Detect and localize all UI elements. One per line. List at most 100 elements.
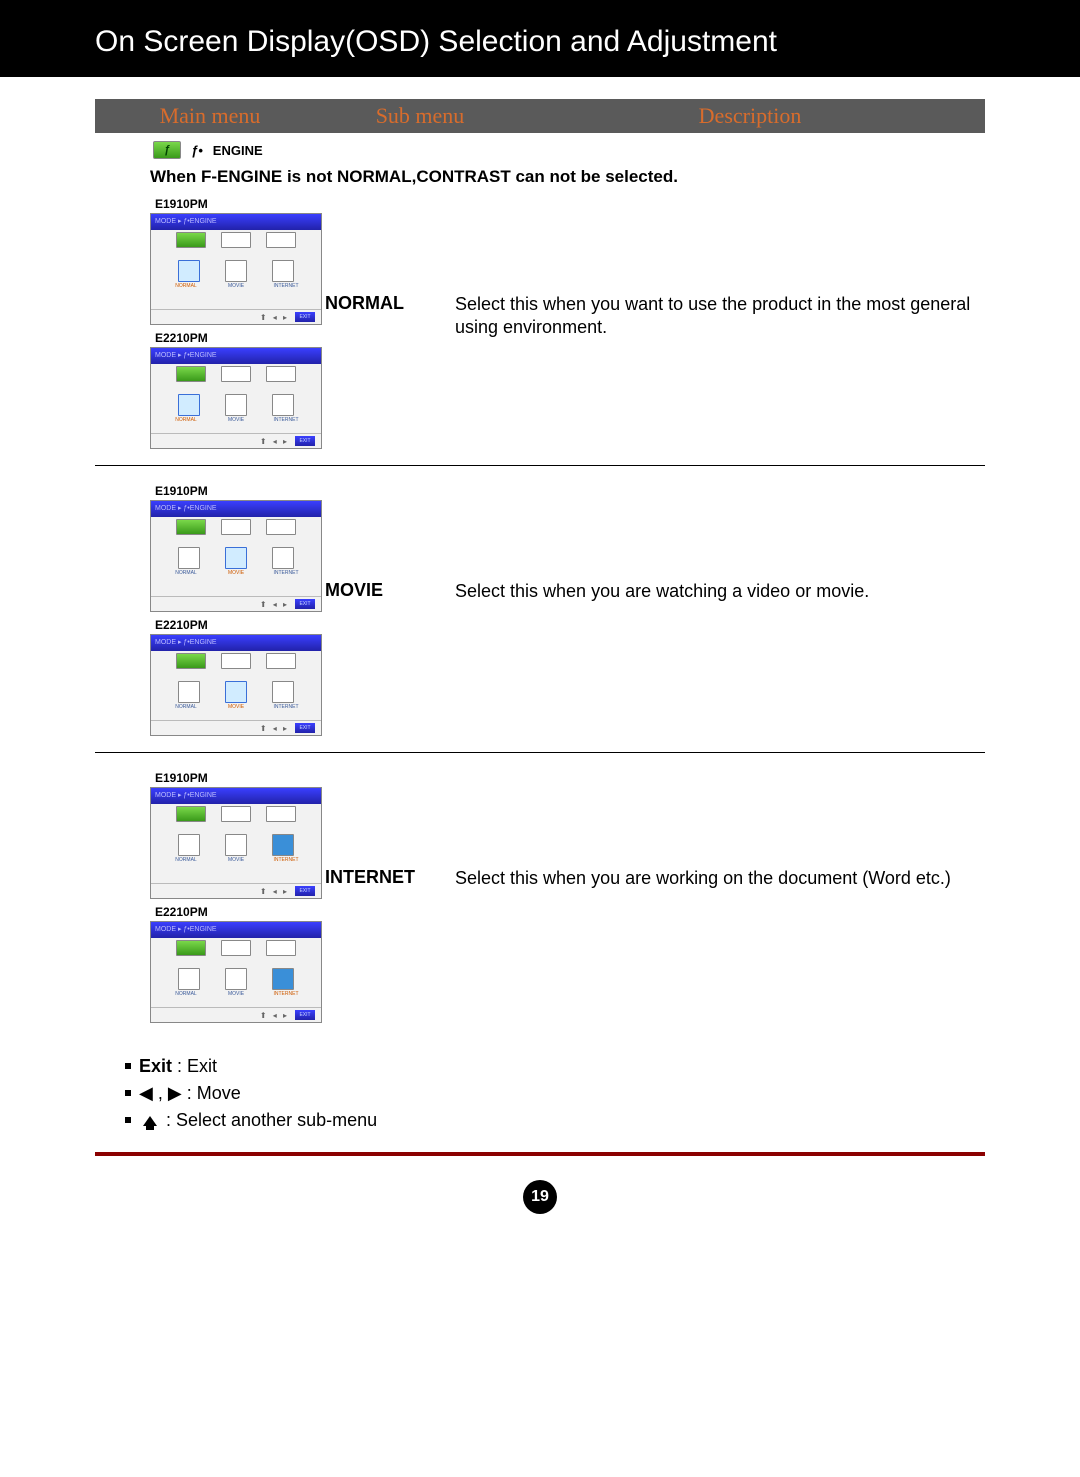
home-icon <box>143 1116 157 1126</box>
nav-arrows-icon: ⬆ ◂ ▸ <box>260 313 289 322</box>
osd-breadcrumb: MODE ▸ ƒ•ENGINE <box>151 501 321 517</box>
exit-button-icon: EXIT <box>295 436 315 446</box>
osd-screenshot: MODE ▸ ƒ•ENGINE NORMAL MOVIE INTERNET ⬆ ◂ … <box>150 213 322 325</box>
model-label: E1910PM <box>155 484 325 498</box>
submenu-normal: NORMAL <box>325 193 455 314</box>
osd-mode-icon <box>178 968 200 990</box>
nav-arrows-icon: ⬆ ◂ ▸ <box>260 887 289 896</box>
osd-mode-icon <box>272 260 294 282</box>
legend-exit-label: Exit <box>139 1056 172 1076</box>
osd-tab-icon <box>176 806 206 822</box>
osd-icon-label: MOVIE <box>222 283 250 289</box>
osd-tab-icon <box>221 806 251 822</box>
bullet-icon <box>125 1063 131 1069</box>
model-label: E2210PM <box>155 905 325 919</box>
osd-screenshot: MODE ▸ ƒ•ENGINE NORMALMOVIEINTERNET ⬆ ◂ … <box>150 634 322 736</box>
osd-breadcrumb: MODE ▸ ƒ•ENGINE <box>151 348 321 364</box>
osd-tab-icon <box>221 232 251 248</box>
model-label: E2210PM <box>155 331 325 345</box>
osd-tab-icon <box>266 940 296 956</box>
osd-icon-label: NORMAL <box>172 704 200 710</box>
nav-arrows-icon: ⬆ ◂ ▸ <box>260 600 289 609</box>
osd-icon-label: INTERNET <box>272 417 300 423</box>
osd-icon-label: MOVIE <box>222 417 250 423</box>
col-description: Description <box>515 99 985 133</box>
model-label: E1910PM <box>155 771 325 785</box>
engine-indicator: ƒ ƒ• ENGINE <box>95 133 985 163</box>
osd-tab-icon <box>221 519 251 535</box>
osd-screenshot: MODE ▸ ƒ•ENGINE NORMALMOVIEINTERNET ⬆ ◂ … <box>150 787 322 899</box>
osd-screenshot: MODE ▸ ƒ•ENGINE NORMAL MOVIE INTERNET ⬆ ◂ … <box>150 347 322 449</box>
bullet-icon <box>125 1090 131 1096</box>
osd-icon-label: INTERNET <box>272 704 300 710</box>
osd-tab-icon <box>266 806 296 822</box>
submenu-internet: INTERNET <box>325 767 455 888</box>
legend-select: : Select another sub-menu <box>161 1110 377 1130</box>
osd-icon-label: MOVIE <box>222 704 250 710</box>
osd-mode-icon <box>225 681 247 703</box>
osd-mode-icon <box>272 968 294 990</box>
osd-tab-icon <box>221 366 251 382</box>
row-movie: E1910PM MODE ▸ ƒ•ENGINE NORMAL MOVIE INTER… <box>95 480 985 753</box>
table-header: Main menu Sub menu Description <box>95 99 985 133</box>
legend-exit-desc: : Exit <box>172 1056 217 1076</box>
page-number: 19 <box>523 1180 557 1214</box>
row-normal: E1910PM MODE ▸ ƒ•ENGINE NORMAL MOVIE INTER… <box>95 193 985 466</box>
osd-tab-icon <box>176 653 206 669</box>
exit-button-icon: EXIT <box>295 723 315 733</box>
osd-icon-label: NORMAL <box>172 283 200 289</box>
osd-tab-icon <box>266 232 296 248</box>
engine-label: ENGINE <box>213 143 263 158</box>
osd-tab-icon <box>266 366 296 382</box>
osd-icon-label: MOVIE <box>222 857 250 863</box>
osd-icon-label: MOVIE <box>222 991 250 997</box>
exit-button-icon: EXIT <box>295 599 315 609</box>
legend: Exit : Exit ◀ , ▶ : Move : Select anothe… <box>95 1053 985 1134</box>
osd-tab-icon <box>221 653 251 669</box>
engine-prefix: ƒ• <box>191 143 203 158</box>
osd-tab-icon <box>266 653 296 669</box>
model-label: E1910PM <box>155 197 325 211</box>
desc-internet: Select this when you are working on the … <box>455 767 985 890</box>
desc-movie: Select this when you are watching a vide… <box>455 480 985 603</box>
osd-icon-label: INTERNET <box>272 991 300 997</box>
osd-mode-icon <box>272 547 294 569</box>
divider <box>95 1152 985 1156</box>
osd-icon-label: INTERNET <box>272 283 300 289</box>
engine-badge-icon: ƒ <box>153 141 181 159</box>
osd-mode-icon <box>272 681 294 703</box>
osd-icon-label: INTERNET <box>272 570 300 576</box>
engine-note: When F-ENGINE is not NORMAL,CONTRAST can… <box>95 163 985 193</box>
osd-mode-icon <box>178 681 200 703</box>
osd-breadcrumb: MODE ▸ ƒ•ENGINE <box>151 922 321 938</box>
osd-breadcrumb: MODE ▸ ƒ•ENGINE <box>151 214 321 230</box>
osd-mode-icon <box>178 260 200 282</box>
osd-icon-label: NORMAL <box>172 417 200 423</box>
osd-screenshot: MODE ▸ ƒ•ENGINE NORMALMOVIEINTERNET ⬆ ◂ … <box>150 921 322 1023</box>
osd-mode-icon <box>225 394 247 416</box>
exit-button-icon: EXIT <box>295 312 315 322</box>
desc-normal: Select this when you want to use the pro… <box>455 193 985 338</box>
osd-mode-icon <box>272 834 294 856</box>
osd-mode-icon <box>225 260 247 282</box>
osd-tab-icon <box>176 519 206 535</box>
model-label: E2210PM <box>155 618 325 632</box>
nav-arrows-icon: ⬆ ◂ ▸ <box>260 437 289 446</box>
osd-mode-icon <box>225 968 247 990</box>
bullet-icon <box>125 1117 131 1123</box>
exit-button-icon: EXIT <box>295 1010 315 1020</box>
osd-icon-label: NORMAL <box>172 857 200 863</box>
osd-mode-icon <box>225 834 247 856</box>
osd-mode-icon <box>272 394 294 416</box>
osd-breadcrumb: MODE ▸ ƒ•ENGINE <box>151 788 321 804</box>
col-main-menu: Main menu <box>95 99 325 133</box>
submenu-movie: MOVIE <box>325 480 455 601</box>
osd-mode-icon <box>225 547 247 569</box>
osd-icon-label: NORMAL <box>172 991 200 997</box>
page-title: On Screen Display(OSD) Selection and Adj… <box>0 0 1080 77</box>
osd-tab-icon <box>176 232 206 248</box>
osd-tab-icon <box>266 519 296 535</box>
legend-move: : Move <box>182 1083 241 1103</box>
osd-mode-icon <box>178 834 200 856</box>
row-internet: E1910PM MODE ▸ ƒ•ENGINE NORMAL MOVIE INTER… <box>95 767 985 1039</box>
